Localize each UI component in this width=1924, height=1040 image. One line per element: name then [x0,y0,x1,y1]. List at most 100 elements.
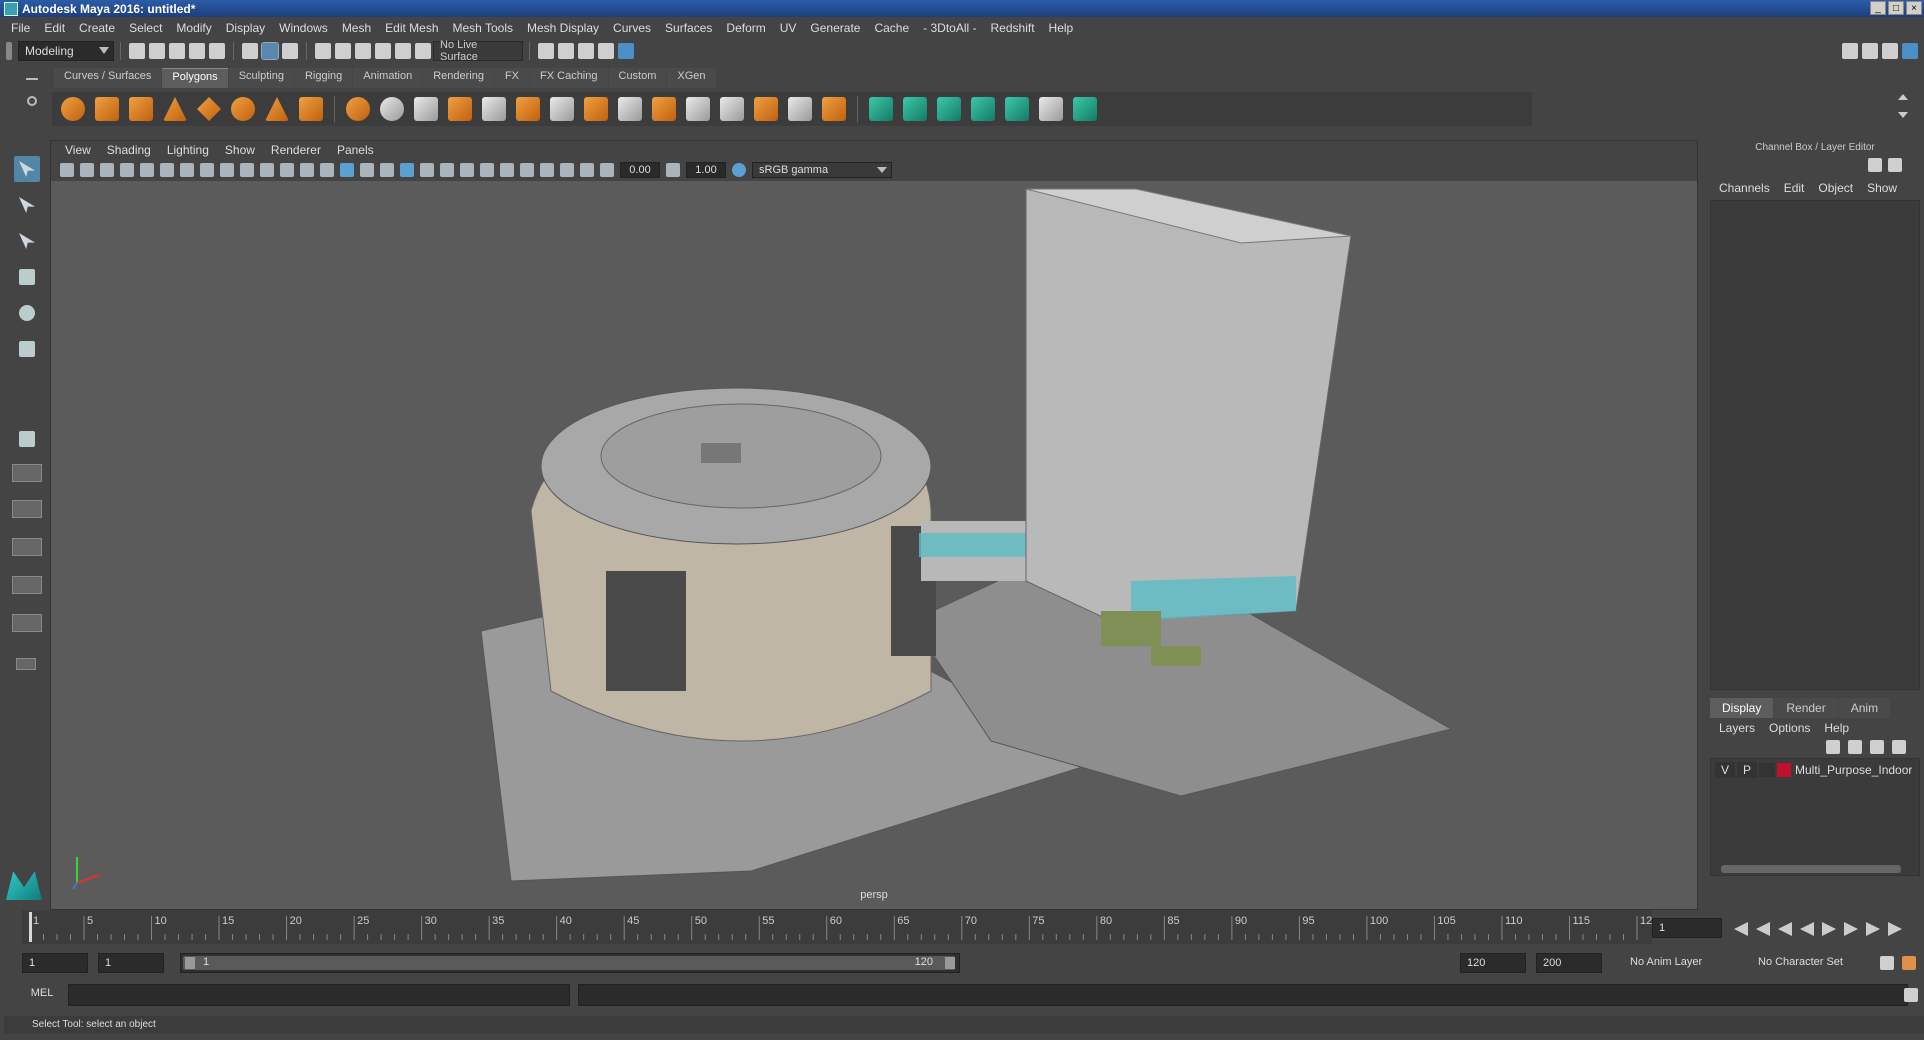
shadows-icon[interactable] [440,163,454,177]
offset-edge-loop-icon[interactable] [754,97,778,121]
anim-layer-dropdown[interactable]: No Anim Layer [1624,953,1744,973]
redo-icon[interactable] [209,43,225,59]
image-plane-icon[interactable] [120,163,134,177]
shelf-settings-gear-icon[interactable] [27,96,37,106]
range-start-field[interactable]: 1 [98,953,164,973]
modeling-toolkit-icon[interactable] [1842,43,1858,59]
poly-pyramid-icon[interactable] [265,97,289,121]
camera-icon[interactable] [60,163,74,177]
new-scene-icon[interactable] [129,43,145,59]
layout-more[interactable] [16,658,36,670]
move-layer-up-icon[interactable] [1826,740,1840,754]
gamma-field[interactable]: 1.00 [686,162,726,178]
script-editor-icon[interactable] [1904,988,1918,1002]
cb-menu-object[interactable]: Object [1811,181,1860,195]
menu-surfaces[interactable]: Surfaces [658,21,719,35]
chevron-down-icon[interactable] [1898,112,1908,118]
menu-3dtoall[interactable]: - 3DtoAll - [916,21,983,35]
snap-curve-icon[interactable] [335,43,351,59]
move-tool[interactable] [14,264,40,290]
menu-edit-mesh[interactable]: Edit Mesh [378,21,445,35]
wireframe-on-shaded-icon[interactable] [360,163,374,177]
layout-four-view[interactable] [12,464,42,482]
scale-tool[interactable] [14,336,40,362]
menu-modify[interactable]: Modify [169,21,218,35]
layer-hscrollbar[interactable] [1721,865,1901,873]
layer-playback-toggle[interactable]: P [1737,762,1757,778]
menu-redshift[interactable]: Redshift [984,21,1042,35]
new-layer-icon[interactable] [1870,740,1884,754]
anim-end-field[interactable]: 200 [1536,953,1602,973]
layer-menu-layers[interactable]: Layers [1712,721,1762,735]
wireframe-icon[interactable] [320,163,334,177]
shelf-tab-rendering[interactable]: Rendering [423,68,494,88]
step-back-key-icon[interactable] [1756,922,1770,936]
anti-alias-icon[interactable] [500,163,514,177]
channel-box-toggle-icon[interactable] [1868,158,1882,172]
extract-icon[interactable] [414,97,438,121]
animation-preferences-icon[interactable] [1902,956,1916,970]
snap-view-icon[interactable] [375,43,391,59]
resolution-gate-icon[interactable] [220,163,234,177]
hypershade-icon[interactable] [618,43,634,59]
gamma-icon[interactable] [666,163,680,177]
shelf-menu-icon[interactable] [26,78,38,80]
script-language-label[interactable]: MEL [22,987,62,999]
cb-menu-show[interactable]: Show [1860,181,1904,195]
menu-select[interactable]: Select [122,21,169,35]
layout-outliner-graph[interactable] [12,576,42,594]
2d-pan-zoom-icon[interactable] [140,163,154,177]
insert-edge-loop-icon[interactable] [720,97,744,121]
panel-menu-panels[interactable]: Panels [329,143,382,157]
layer-menu-help[interactable]: Help [1817,721,1856,735]
motion-blur-icon[interactable] [480,163,494,177]
bookmark-icon[interactable] [100,163,114,177]
command-input[interactable] [68,984,570,1006]
poly-cone-icon[interactable] [163,97,187,121]
poly-cylinder-icon[interactable] [129,97,153,121]
bevel-icon[interactable] [618,97,642,121]
go-to-end-icon[interactable] [1888,922,1902,936]
menu-cache[interactable]: Cache [867,21,916,35]
exposure-field[interactable]: 0.00 [620,162,660,178]
move-layer-down-icon[interactable] [1848,740,1862,754]
step-back-frame-icon[interactable] [1778,922,1792,936]
xray-active-icon[interactable] [580,163,594,177]
tab-render[interactable]: Render [1774,698,1838,718]
minimize-button[interactable]: _ [1870,1,1886,15]
safe-action-icon[interactable] [280,163,294,177]
poly-cube-icon[interactable] [95,97,119,121]
select-object-icon[interactable] [261,42,279,60]
shelf-tab-custom[interactable]: Custom [608,68,667,88]
automatic-uv-icon[interactable] [971,97,995,121]
field-chart-icon[interactable] [260,163,274,177]
poly-pipe-icon[interactable] [299,97,323,121]
shelf-tab-polygons[interactable]: Polygons [162,68,228,88]
tool-settings-icon[interactable] [1882,43,1898,59]
uv-editor-icon[interactable] [1039,97,1063,121]
select-tool[interactable] [14,156,40,182]
depth-of-field-icon[interactable] [520,163,534,177]
chevron-up-icon[interactable] [1898,94,1908,100]
menu-curves[interactable]: Curves [606,21,658,35]
render-view-icon[interactable] [598,43,614,59]
tab-anim[interactable]: Anim [1838,698,1891,718]
menu-help[interactable]: Help [1042,21,1081,35]
time-slider[interactable]: 1 5 10 15 20 25 30 35 40 45 50 55 60 65 70 75 80 85 90 95 10… [22,910,1658,944]
panel-menu-lighting[interactable]: Lighting [159,143,217,157]
render-settings-icon[interactable] [538,43,554,59]
shelf-tab-sculpting[interactable]: Sculpting [228,68,294,88]
close-button[interactable]: × [1906,1,1922,15]
shelf-tab-rigging[interactable]: Rigging [294,68,353,88]
cb-menu-channels[interactable]: Channels [1712,181,1777,195]
character-set-dropdown[interactable]: No Character Set [1752,953,1876,973]
planar-uv-icon[interactable] [869,97,893,121]
textured-icon[interactable] [400,163,414,177]
xray-joints-icon[interactable] [560,163,574,177]
poly-plane-icon[interactable] [197,97,221,121]
layer-menu-options[interactable]: Options [1762,721,1817,735]
shelf-tab-xgen[interactable]: XGen [667,68,716,88]
go-to-start-icon[interactable] [1734,922,1748,936]
menu-mesh[interactable]: Mesh [335,21,378,35]
bridge-icon[interactable] [584,97,608,121]
